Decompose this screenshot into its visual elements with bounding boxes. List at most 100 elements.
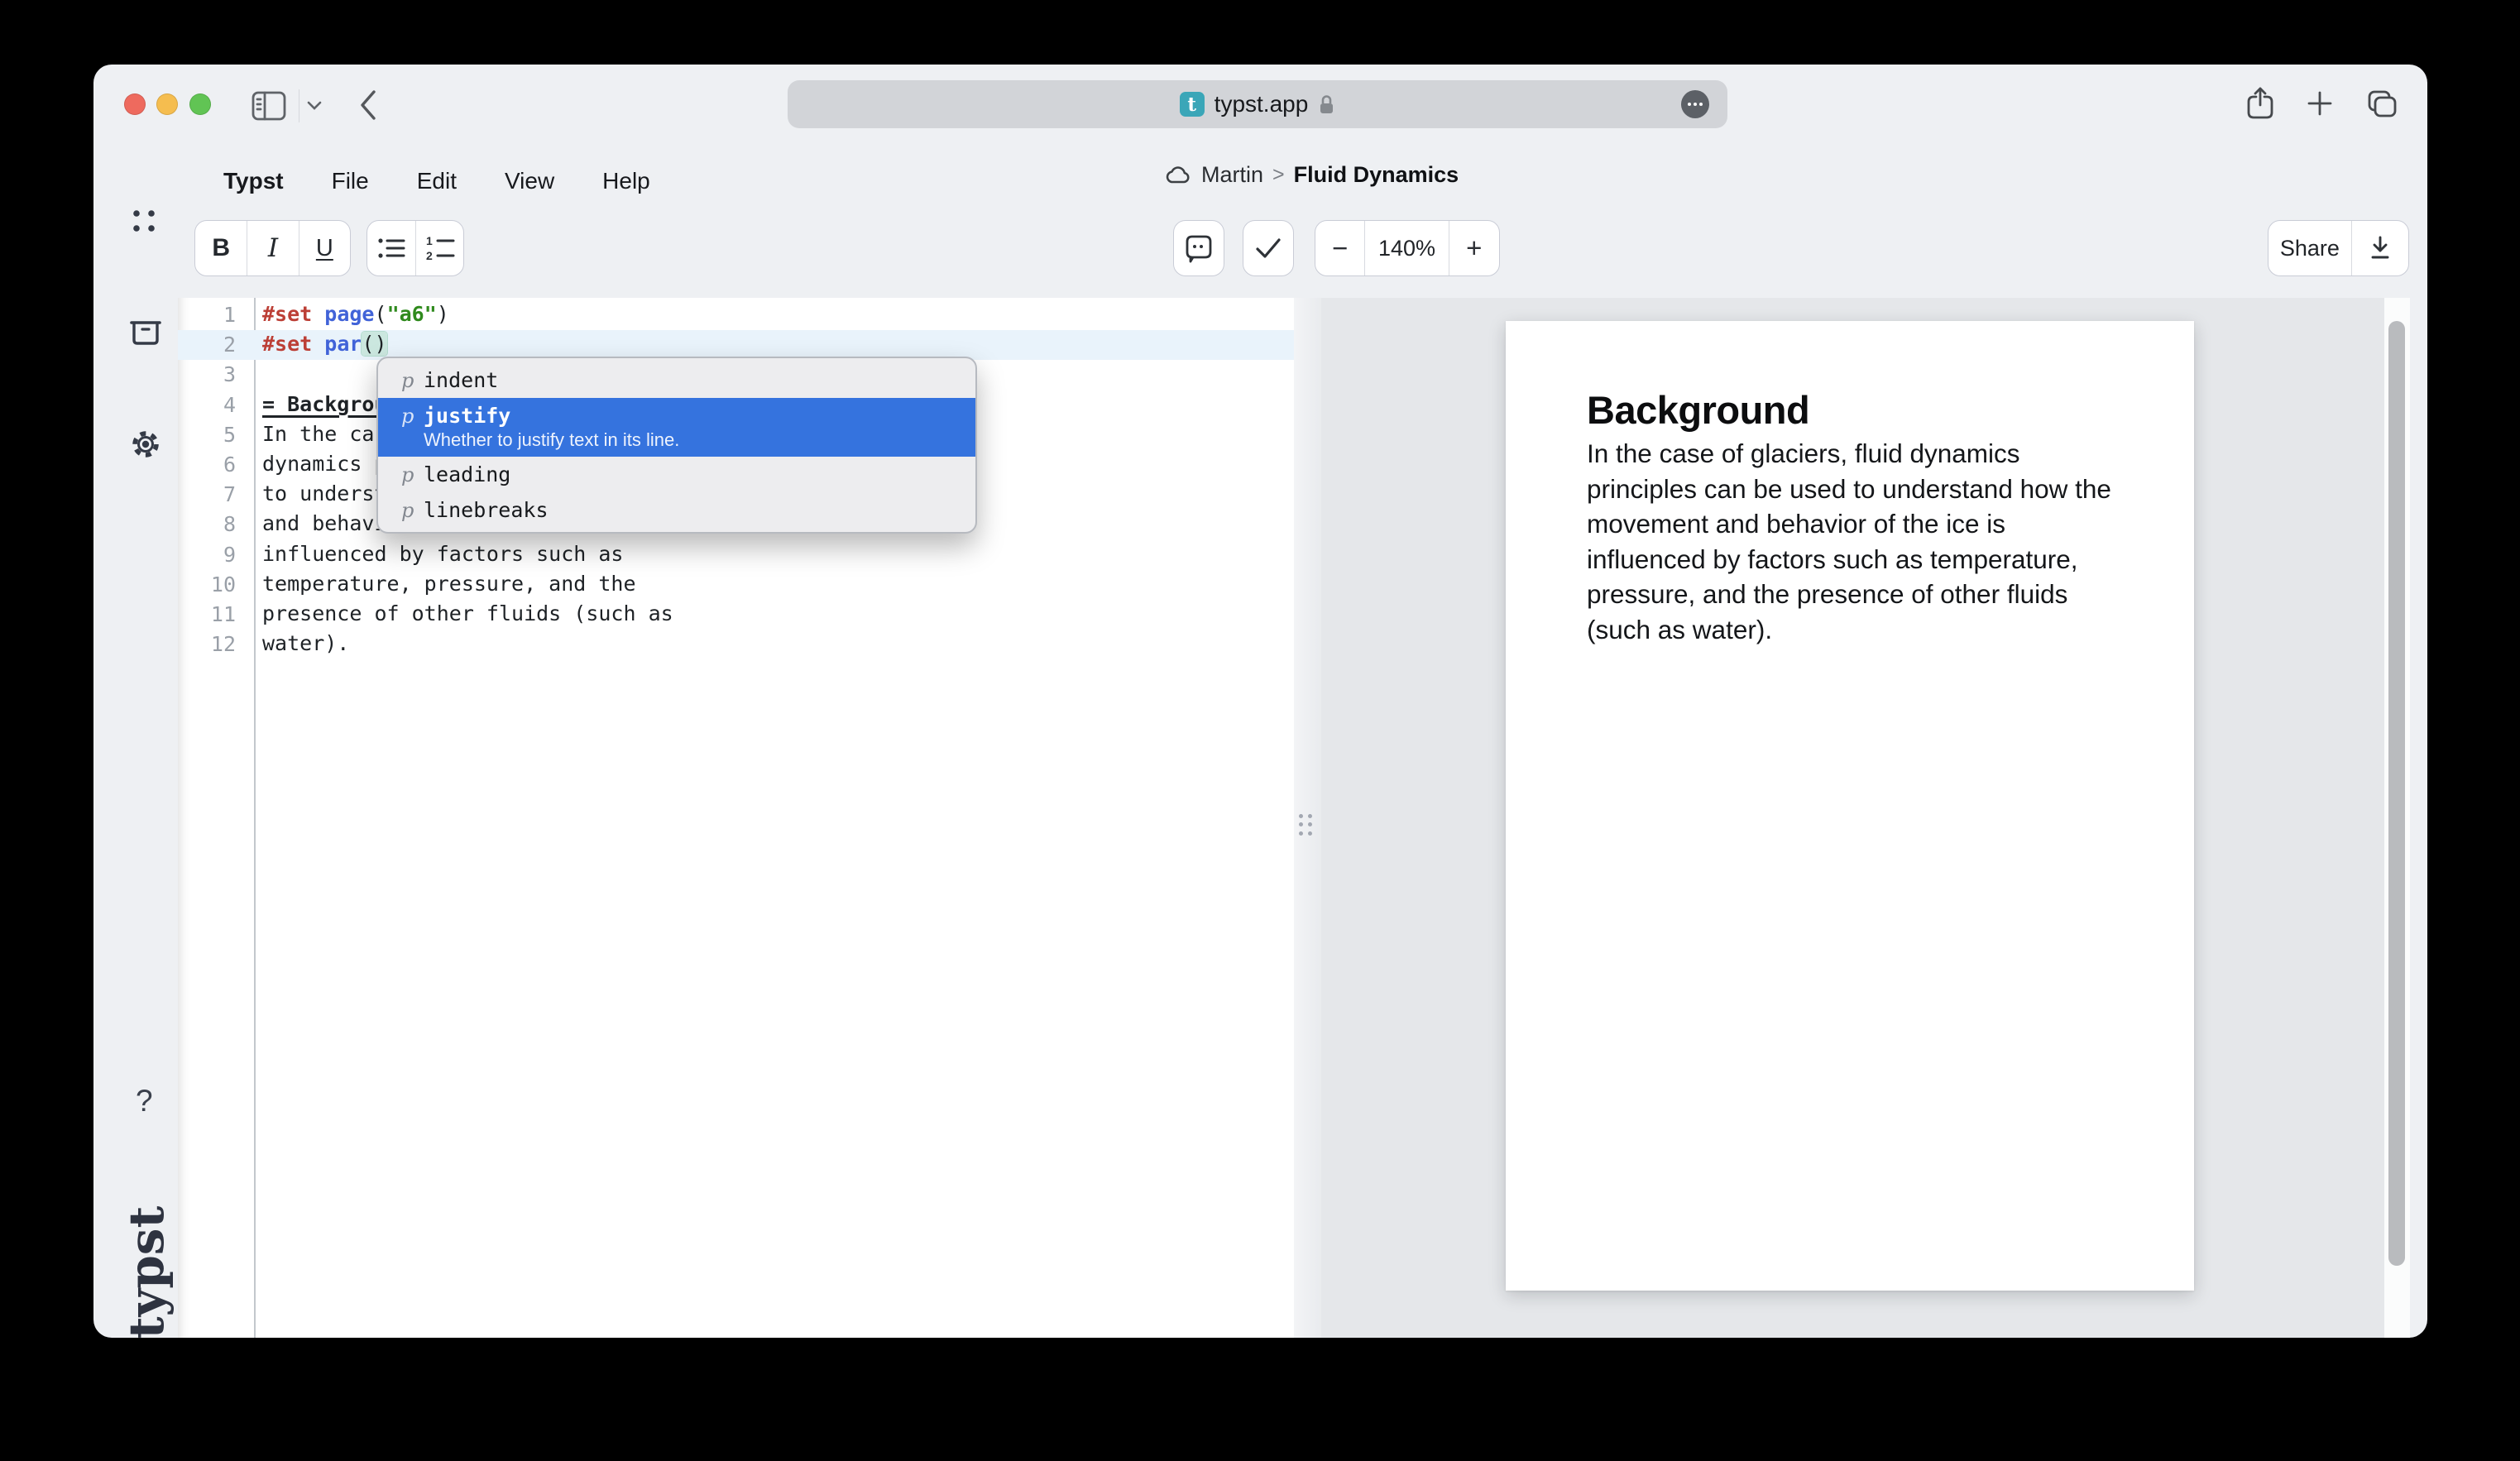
- breadcrumb-separator: >: [1272, 163, 1285, 187]
- new-tab-icon[interactable]: [2305, 89, 2335, 118]
- bold-button[interactable]: B: [195, 221, 247, 275]
- preview-pane: Background In the case of glaciers, flui…: [1321, 298, 2384, 1338]
- url-text: typst.app: [1214, 91, 1309, 117]
- comment-bubble-icon: [1184, 233, 1214, 263]
- line-number: 7: [178, 482, 236, 506]
- italic-button[interactable]: I: [247, 221, 298, 275]
- autocomplete-item-justify[interactable]: pjustifyWhether to justify text in its l…: [378, 398, 975, 457]
- parameter-icon: p: [401, 405, 424, 428]
- sidebar-toggle-icon[interactable]: [251, 89, 287, 123]
- page-settings-button[interactable]: [1681, 90, 1709, 118]
- fullscreen-window-button[interactable]: [189, 93, 211, 115]
- back-button[interactable]: [358, 89, 378, 121]
- lock-icon: [1318, 93, 1335, 116]
- svg-text:1: 1: [426, 235, 433, 247]
- download-button[interactable]: [2351, 221, 2408, 275]
- code-line-2[interactable]: 2 #set par(): [178, 330, 1294, 360]
- code-line-1[interactable]: 1 #set page("a6"): [178, 300, 1294, 330]
- cloud-icon: [1164, 165, 1192, 186]
- preview-text-line: (such as water).: [1587, 612, 2133, 648]
- code-line-9[interactable]: 9 influenced by factors such as: [178, 540, 1294, 570]
- preview-scrollbar-track[interactable]: [2384, 298, 2410, 1338]
- autocomplete-label: justify: [424, 404, 510, 428]
- code-line-10[interactable]: 10 temperature, pressure, and the: [178, 570, 1294, 600]
- autocomplete-label: leading: [424, 462, 510, 486]
- code-line-text: #set page("a6"): [262, 302, 449, 326]
- line-number: 6: [178, 453, 236, 477]
- close-window-button[interactable]: [124, 93, 146, 115]
- zoom-out-button[interactable]: −: [1315, 221, 1364, 275]
- line-number: 3: [178, 362, 236, 386]
- line-number: 2: [178, 333, 236, 357]
- menu-item-view[interactable]: View: [505, 168, 554, 194]
- tab-overview-icon[interactable]: [2364, 89, 2398, 120]
- address-bar[interactable]: t typst.app: [788, 80, 1727, 128]
- checkmark-icon: [1254, 237, 1282, 259]
- breadcrumb: Martin > Fluid Dynamics: [1164, 162, 1459, 188]
- preview-text-line: movement and behavior of the ice is: [1587, 506, 2133, 542]
- line-number: 4: [178, 393, 236, 417]
- grid-dots-icon[interactable]: [128, 205, 160, 237]
- bullet-list-icon: [376, 236, 406, 261]
- preview-text-line: In the case of glaciers, fluid dynamics: [1587, 436, 2133, 472]
- typst-logo: typst: [118, 1190, 171, 1338]
- line-number: 8: [178, 512, 236, 536]
- menu-bar: Typst File Edit View Help: [223, 168, 650, 194]
- numbered-list-button[interactable]: 1 2: [415, 221, 463, 275]
- zoom-in-button[interactable]: +: [1449, 221, 1499, 275]
- line-number: 10: [178, 572, 236, 596]
- zoom-level-value: 140%: [1364, 221, 1448, 275]
- breadcrumb-document-title[interactable]: Fluid Dynamics: [1294, 162, 1459, 188]
- autocomplete-item-indent[interactable]: pindent: [378, 362, 975, 398]
- svg-text:2: 2: [426, 249, 433, 261]
- preview-heading: Background: [1587, 387, 1809, 433]
- parameter-icon: p: [401, 499, 424, 522]
- browser-share-icon[interactable]: [2245, 85, 2276, 122]
- help-icon[interactable]: ?: [136, 1084, 153, 1119]
- autocomplete-popup: pindentpjustifyWhether to justify text i…: [376, 357, 977, 534]
- autocomplete-item-linebreaks[interactable]: plinebreaks: [378, 492, 975, 528]
- gear-icon[interactable]: [128, 427, 163, 462]
- chevron-down-icon[interactable]: [307, 101, 322, 110]
- autocomplete-item-leading[interactable]: pleading: [378, 457, 975, 492]
- code-line-12[interactable]: 12 water).: [178, 630, 1294, 659]
- code-line-11[interactable]: 11 presence of other fluids (such as: [178, 600, 1294, 630]
- preview-text-line: influenced by factors such as temperatur…: [1587, 542, 2133, 577]
- line-number: 9: [178, 543, 236, 567]
- code-line-text: influenced by factors such as: [262, 542, 624, 566]
- spellcheck-button[interactable]: [1243, 221, 1293, 275]
- preview-page: Background In the case of glaciers, flui…: [1506, 321, 2194, 1291]
- code-line-text: presence of other fluids (such as: [262, 601, 673, 625]
- code-line-text: water).: [262, 631, 349, 655]
- line-number: 5: [178, 423, 236, 447]
- divider-drag-handle[interactable]: [1296, 812, 1315, 838]
- download-icon: [2368, 234, 2393, 262]
- parameter-icon: p: [401, 463, 424, 486]
- typst-favicon: t: [1180, 92, 1205, 117]
- numbered-list-icon: 1 2: [425, 235, 455, 261]
- code-line-text: #set par(): [262, 332, 387, 356]
- autocomplete-description: Whether to justify text in its line.: [424, 429, 975, 451]
- preview-scrollbar-thumb[interactable]: [2388, 321, 2405, 1266]
- share-button[interactable]: Share: [2268, 221, 2351, 275]
- menu-item-typst[interactable]: Typst: [223, 168, 284, 194]
- menu-item-edit[interactable]: Edit: [417, 168, 457, 194]
- menu-item-help[interactable]: Help: [602, 168, 650, 194]
- bullet-list-button[interactable]: [367, 221, 415, 275]
- parameter-icon: p: [401, 369, 424, 392]
- minimize-window-button[interactable]: [156, 93, 178, 115]
- comments-button[interactable]: [1174, 221, 1224, 275]
- line-number: 12: [178, 632, 236, 656]
- browser-window: t typst.app Typst File Edit View Help Martin…: [93, 65, 2427, 1338]
- breadcrumb-workspace[interactable]: Martin: [1201, 162, 1263, 188]
- autocomplete-label: linebreaks: [424, 498, 549, 522]
- preview-text-line: principles can be used to understand how…: [1587, 472, 2133, 507]
- underline-button[interactable]: U: [299, 221, 350, 275]
- line-number: 11: [178, 602, 236, 626]
- file-box-icon[interactable]: [128, 316, 163, 349]
- preview-text-line: pressure, and the presence of other flui…: [1587, 577, 2133, 612]
- preview-paragraph: In the case of glaciers, fluid dynamicsp…: [1587, 436, 2133, 648]
- line-number: 1: [178, 303, 236, 327]
- code-line-text: temperature, pressure, and the: [262, 572, 636, 596]
- menu-item-file[interactable]: File: [332, 168, 369, 194]
